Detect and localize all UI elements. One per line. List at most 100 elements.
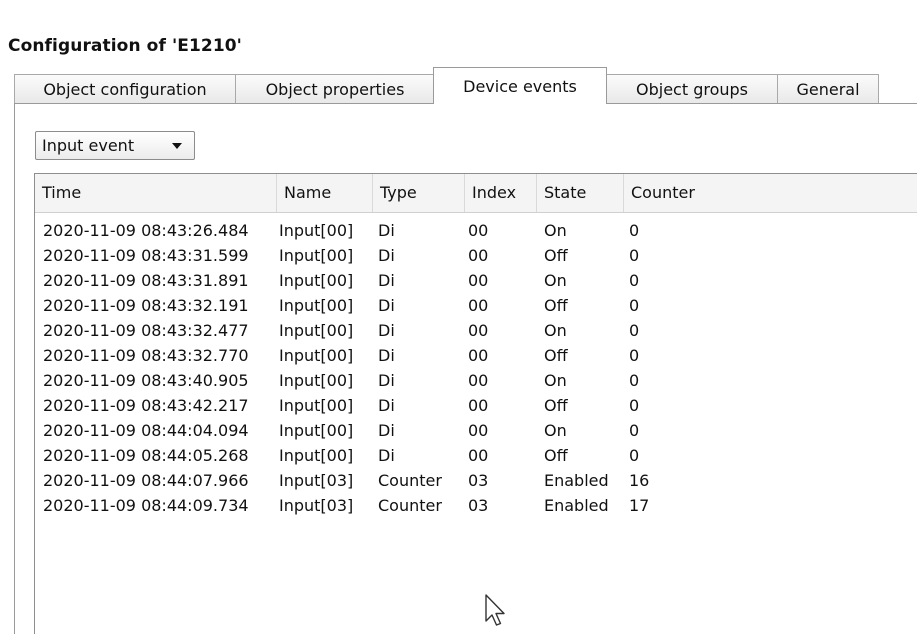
cell-index: 00 <box>468 271 489 290</box>
cell-index: 00 <box>468 246 489 265</box>
cell-name: Input[00] <box>279 271 354 290</box>
cell-counter: 0 <box>629 246 640 265</box>
mouse-pointer-icon <box>485 594 505 626</box>
cell-state: Off <box>544 246 568 265</box>
cell-name: Input[03] <box>279 471 354 490</box>
cell-name: Input[00] <box>279 371 354 390</box>
cell-index: 00 <box>468 421 489 440</box>
cell-time: 2020-11-09 08:43:31.599 <box>43 246 249 265</box>
cell-type: Di <box>378 221 395 240</box>
tab-object-properties[interactable]: Object properties <box>235 74 435 103</box>
cell-counter: 0 <box>629 221 640 240</box>
cell-counter: 0 <box>629 371 640 390</box>
cell-time: 2020-11-09 08:44:05.268 <box>43 446 249 465</box>
cell-counter: 16 <box>629 471 650 490</box>
cell-name: Input[00] <box>279 246 354 265</box>
tab-bar: Object configuration Object properties D… <box>14 66 914 104</box>
cell-index: 00 <box>468 296 489 315</box>
table-row[interactable]: 2020-11-09 08:43:42.217 Input[00] Di 00 Off 0 <box>35 393 917 418</box>
cell-time: 2020-11-09 08:43:42.217 <box>43 396 249 415</box>
table-row[interactable]: 2020-11-09 08:43:32.477 Input[00] Di 00 On 0 <box>35 318 917 343</box>
cell-name: Input[00] <box>279 221 354 240</box>
table-row[interactable]: 2020-11-09 08:43:31.599 Input[00] Di 00 Off 0 <box>35 243 917 268</box>
cell-state: On <box>544 221 567 240</box>
cell-time: 2020-11-09 08:44:07.966 <box>43 471 249 490</box>
cell-type: Di <box>378 271 395 290</box>
cell-state: On <box>544 321 567 340</box>
cell-state: Off <box>544 296 568 315</box>
tab-device-events[interactable]: Device events <box>433 67 607 104</box>
cell-state: Off <box>544 346 568 365</box>
cell-state: Off <box>544 396 568 415</box>
tab-object-configuration[interactable]: Object configuration <box>14 74 236 103</box>
table-row[interactable]: 2020-11-09 08:43:32.770 Input[00] Di 00 Off 0 <box>35 343 917 368</box>
column-header-counter[interactable]: Counter <box>624 174 917 212</box>
cell-state: On <box>544 421 567 440</box>
table-row[interactable]: 2020-11-09 08:43:32.191 Input[00] Di 00 Off 0 <box>35 293 917 318</box>
cell-name: Input[00] <box>279 446 354 465</box>
cell-index: 00 <box>468 346 489 365</box>
tab-general[interactable]: General <box>777 74 879 103</box>
cell-time: 2020-11-09 08:43:26.484 <box>43 221 249 240</box>
window-title: Configuration of 'E1210' <box>8 36 242 56</box>
cell-index: 00 <box>468 396 489 415</box>
cell-name: Input[00] <box>279 321 354 340</box>
cell-type: Di <box>378 246 395 265</box>
cell-index: 00 <box>468 221 489 240</box>
column-header-index[interactable]: Index <box>465 174 537 212</box>
cell-type: Counter <box>378 496 442 515</box>
cell-name: Input[00] <box>279 296 354 315</box>
cell-name: Input[00] <box>279 421 354 440</box>
cell-state: Enabled <box>544 471 609 490</box>
cell-type: Di <box>378 346 395 365</box>
cell-counter: 0 <box>629 346 640 365</box>
event-type-dropdown[interactable]: Input event <box>35 131 195 160</box>
cell-index: 00 <box>468 371 489 390</box>
cell-counter: 0 <box>629 446 640 465</box>
cell-counter: 0 <box>629 271 640 290</box>
cell-counter: 17 <box>629 496 650 515</box>
cell-index: 00 <box>468 446 489 465</box>
cell-index: 03 <box>468 471 489 490</box>
cell-time: 2020-11-09 08:43:32.191 <box>43 296 249 315</box>
cell-type: Di <box>378 296 395 315</box>
cell-time: 2020-11-09 08:43:32.770 <box>43 346 249 365</box>
cell-name: Input[03] <box>279 496 354 515</box>
cell-name: Input[00] <box>279 346 354 365</box>
table-row[interactable]: 2020-11-09 08:44:05.268 Input[00] Di 00 Off 0 <box>35 443 917 468</box>
cell-state: On <box>544 271 567 290</box>
chevron-down-icon <box>172 143 182 149</box>
cell-type: Di <box>378 371 395 390</box>
events-table: Time Name Type Index State Counter 2020-11-09… <box>34 173 917 634</box>
cell-type: Di <box>378 321 395 340</box>
column-header-state[interactable]: State <box>537 174 624 212</box>
cell-type: Di <box>378 446 395 465</box>
event-type-selected: Input event <box>42 136 135 155</box>
cell-time: 2020-11-09 08:43:32.477 <box>43 321 249 340</box>
column-header-type[interactable]: Type <box>373 174 465 212</box>
cell-time: 2020-11-09 08:44:09.734 <box>43 496 249 515</box>
tab-object-groups[interactable]: Object groups <box>606 74 778 103</box>
table-row[interactable]: 2020-11-09 08:43:31.891 Input[00] Di 00 On 0 <box>35 268 917 293</box>
cell-time: 2020-11-09 08:43:40.905 <box>43 371 249 390</box>
column-header-time[interactable]: Time <box>35 174 277 212</box>
table-row[interactable]: 2020-11-09 08:44:09.734 Input[03] Counter 0… <box>35 493 917 518</box>
cell-state: Off <box>544 446 568 465</box>
cell-type: Di <box>378 396 395 415</box>
column-header-name[interactable]: Name <box>277 174 373 212</box>
cell-state: Enabled <box>544 496 609 515</box>
cell-counter: 0 <box>629 321 640 340</box>
cell-name: Input[00] <box>279 396 354 415</box>
cell-type: Di <box>378 421 395 440</box>
cell-index: 00 <box>468 321 489 340</box>
cell-index: 03 <box>468 496 489 515</box>
cell-counter: 0 <box>629 396 640 415</box>
cell-state: On <box>544 371 567 390</box>
cell-counter: 0 <box>629 421 640 440</box>
cell-type: Counter <box>378 471 442 490</box>
cell-counter: 0 <box>629 296 640 315</box>
table-row[interactable]: 2020-11-09 08:43:40.905 Input[00] Di 00 On 0 <box>35 368 917 393</box>
table-row[interactable]: 2020-11-09 08:43:26.484 Input[00] Di 00 On 0 <box>35 218 917 243</box>
table-row[interactable]: 2020-11-09 08:44:07.966 Input[03] Counter 0… <box>35 468 917 493</box>
table-row[interactable]: 2020-11-09 08:44:04.094 Input[00] Di 00 On 0 <box>35 418 917 443</box>
